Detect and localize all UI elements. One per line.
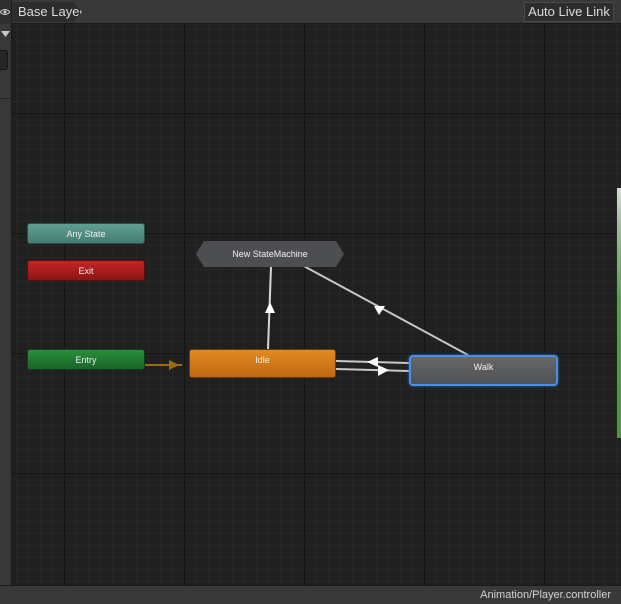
state-exit[interactable]: Exit bbox=[27, 260, 145, 281]
auto-live-link-button[interactable]: Auto Live Link bbox=[524, 2, 614, 22]
transition-arrow-idle-walk bbox=[378, 365, 389, 376]
controller-path: Animation/Player.controller bbox=[480, 589, 611, 601]
state-idle[interactable]: Idle bbox=[189, 349, 336, 378]
state-any-state[interactable]: Any State bbox=[27, 223, 145, 244]
transition-links bbox=[145, 263, 469, 376]
eye-icon bbox=[0, 9, 10, 15]
state-entry[interactable]: Entry bbox=[27, 349, 145, 370]
graph-toolbar: Base Layer Auto Live Link bbox=[0, 0, 621, 24]
status-bar: Animation/Player.controller bbox=[0, 585, 621, 604]
transition-idle-to-walk[interactable] bbox=[335, 368, 410, 372]
transition-arrow-entry-idle bbox=[169, 360, 179, 370]
state-walk[interactable]: Walk bbox=[409, 355, 558, 386]
sub-state-machine[interactable]: New StateMachine bbox=[196, 241, 344, 267]
transition-walk-to-statemachine[interactable] bbox=[299, 263, 469, 356]
animator-graph-canvas[interactable]: Any State Exit Entry Idle Walk New State… bbox=[12, 24, 621, 585]
transition-arrow-walk-statemachine bbox=[374, 306, 385, 315]
panel-dropdown-button[interactable] bbox=[0, 28, 11, 40]
panel-search-field[interactable] bbox=[0, 50, 8, 70]
panel-divider bbox=[0, 98, 11, 99]
transition-arrow-idle-statemachine bbox=[265, 302, 275, 313]
layers-panel bbox=[0, 24, 12, 585]
layer-visibility-toggle[interactable] bbox=[0, 0, 12, 24]
breadcrumb-base-layer[interactable]: Base Layer bbox=[12, 2, 82, 22]
transition-arrow-walk-idle bbox=[367, 357, 378, 367]
triangle-down-icon bbox=[1, 31, 10, 37]
